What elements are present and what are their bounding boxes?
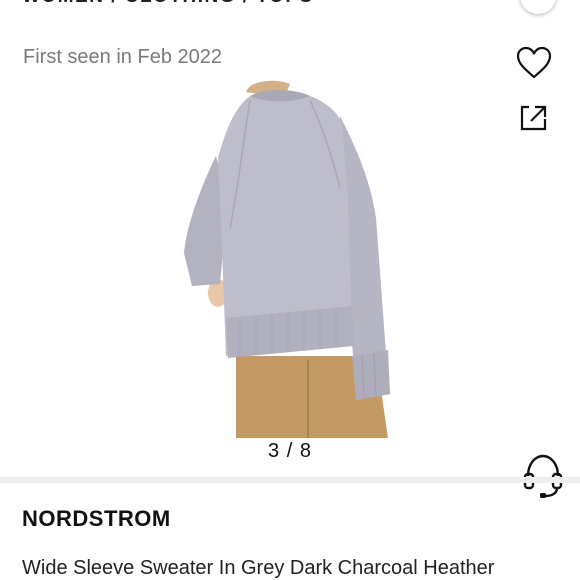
share-icon	[520, 105, 547, 131]
close-button[interactable]	[520, 0, 556, 14]
product-image[interactable]	[180, 78, 395, 438]
share-button[interactable]	[514, 96, 554, 136]
first-seen-label: First seen in Feb 2022	[23, 46, 222, 68]
headset-icon	[523, 454, 563, 498]
like-button[interactable]	[514, 43, 554, 83]
support-button[interactable]	[520, 450, 566, 502]
image-counter: 3 / 8	[268, 440, 312, 462]
product-page: WOMEN / CLOTHING / TOPS First seen in Fe…	[0, 0, 580, 580]
product-title: Wide Sleeve Sweater In Grey Dark Charcoa…	[22, 557, 495, 579]
breadcrumb[interactable]: WOMEN / CLOTHING / TOPS	[22, 0, 314, 8]
section-divider	[0, 477, 580, 483]
heart-icon	[516, 46, 552, 79]
brand-name[interactable]: NORDSTROM	[22, 506, 171, 532]
